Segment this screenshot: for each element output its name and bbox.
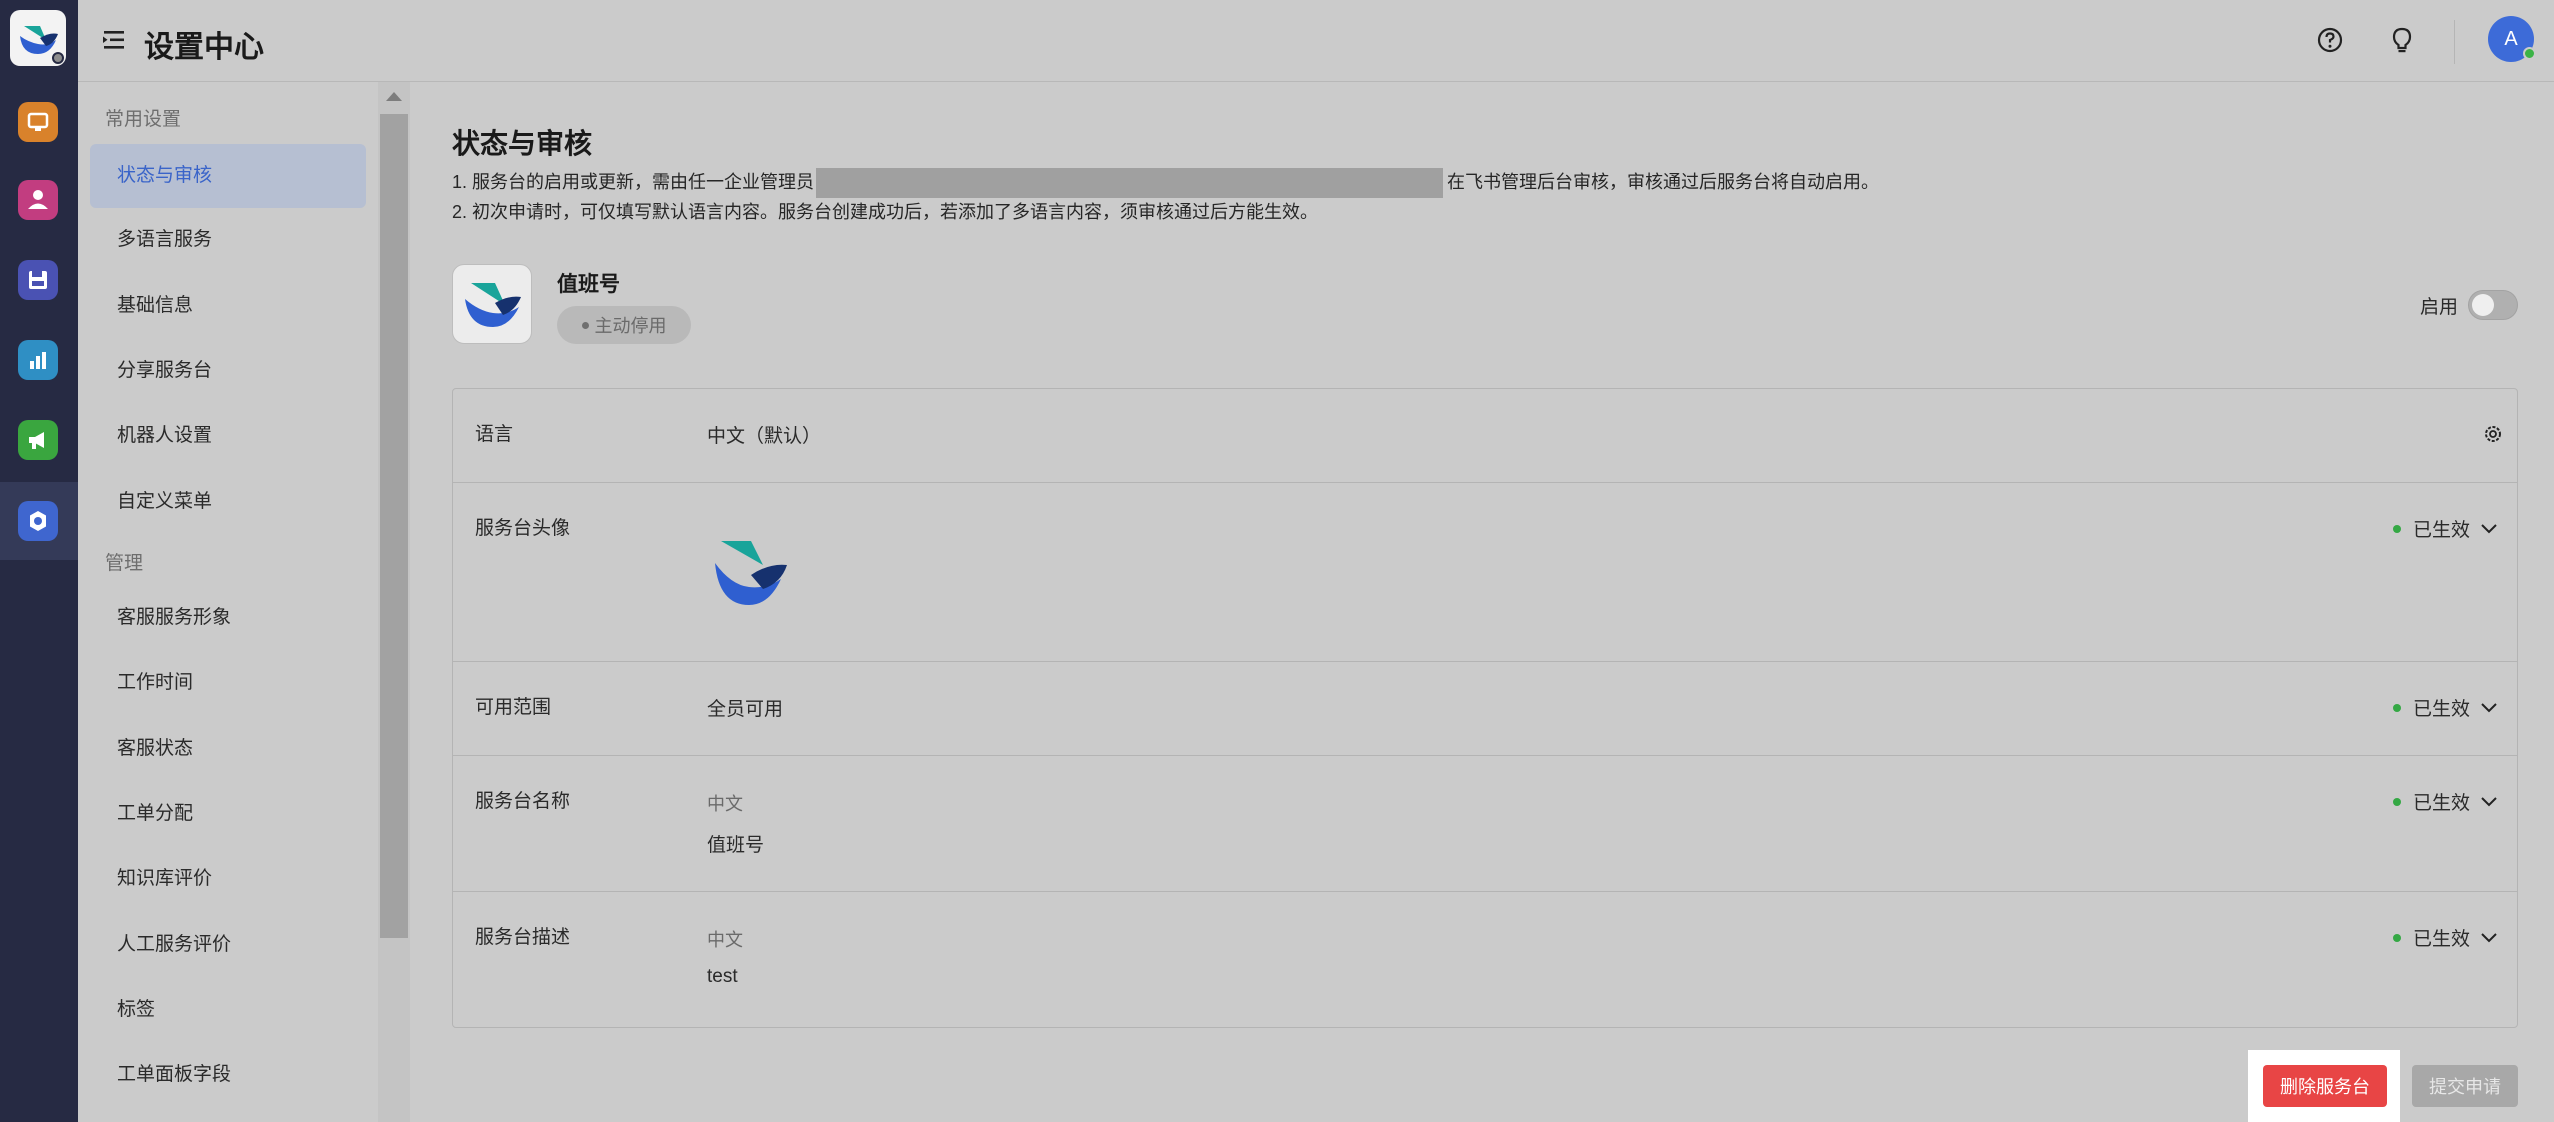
rail-item-save[interactable] — [18, 260, 58, 300]
rail-item-user[interactable] — [18, 180, 58, 220]
sidebar-item-service-image[interactable]: 客服服务形象 — [90, 586, 366, 650]
top-divider — [2454, 20, 2455, 64]
rail-item-settings[interactable] — [18, 501, 58, 541]
note-line-1: 1. 服务台的启用或更新，需由任一企业管理员 在飞书管理后台审核，审核通过后服务台… — [452, 168, 1880, 199]
row-scope-status[interactable]: 已生效 — [2393, 694, 2498, 721]
sidebar-item-share[interactable]: 分享服务台 — [90, 339, 366, 403]
status-badge: 主动停用 — [557, 306, 691, 344]
row-avatar-status[interactable]: 已生效 — [2393, 515, 2498, 542]
sidebar-item-custom-menu[interactable]: 自定义菜单 — [90, 470, 366, 534]
service-desk-name: 值班号 — [557, 273, 620, 296]
row-name-value: 值班号 — [707, 835, 765, 856]
page-header-title: 设置中心 — [144, 31, 264, 64]
row-name-lang: 中文 — [707, 794, 743, 814]
effective-dot — [2393, 797, 2401, 806]
effective-dot — [2393, 524, 2401, 533]
megaphone-icon — [29, 432, 44, 449]
bar-chart-icon — [30, 352, 46, 369]
note-line-2: 2. 初次申请时，可仅填写默认语言内容。服务台创建成功后，若添加了多语言内容，须… — [452, 202, 1319, 222]
settings-icon — [30, 511, 46, 531]
sidebar-item-human-rating[interactable]: 人工服务评价 — [90, 913, 366, 977]
toggle-knob — [2472, 294, 2494, 316]
sidebar-item-tags[interactable]: 标签 — [90, 978, 366, 1042]
row-language-label: 语言 — [475, 424, 514, 445]
delete-service-desk-button[interactable]: 删除服务台 — [2263, 1065, 2387, 1107]
settings-panel: 语言 中文（默认） 服务台头像 已生效 可用范围 全员可用 已生效 服务台名称 … — [452, 388, 2518, 1028]
sidebar-item-ticket-assign[interactable]: 工单分配 — [90, 782, 366, 846]
settings-sidebar: 常用设置 状态与审核 多语言服务 基础信息 分享服务台 机器人设置 自定义菜单 … — [78, 82, 378, 1122]
row-description-status[interactable]: 已生效 — [2393, 924, 2498, 951]
user-avatar[interactable]: A — [2488, 16, 2536, 62]
chevron-down-icon — [2481, 796, 2497, 806]
row-scope: 可用范围 全员可用 已生效 — [453, 662, 2517, 756]
user-icon — [28, 190, 48, 209]
lightbulb-icon[interactable] — [2386, 24, 2418, 56]
scroll-up-arrow-icon[interactable] — [386, 92, 402, 101]
sidebar-item-agent-status[interactable]: 客服状态 — [90, 717, 366, 781]
status-dot — [52, 52, 64, 64]
menu-collapse-icon[interactable] — [102, 27, 126, 53]
sidebar-scrollbar[interactable] — [378, 82, 410, 1122]
redacted-block — [816, 168, 1444, 199]
monitor-icon — [27, 112, 49, 131]
chevron-down-icon — [2481, 932, 2497, 942]
row-description-lang: 中文 — [707, 930, 743, 950]
app-rail — [0, 0, 78, 1122]
row-avatar: 服务台头像 已生效 — [453, 483, 2517, 662]
row-description-status-text: 已生效 — [2413, 929, 2471, 950]
note-line-1-suffix: 在飞书管理后台审核，审核通过后服务台将自动启用。 — [1447, 172, 1880, 192]
row-language-value: 中文（默认） — [707, 426, 822, 447]
gear-icon[interactable] — [2482, 423, 2504, 445]
submit-application-button[interactable]: 提交申请 — [2412, 1065, 2518, 1107]
delete-button-highlight: 删除服务台 — [2248, 1050, 2400, 1122]
row-name-status-text: 已生效 — [2413, 793, 2471, 814]
service-desk-avatar-image — [715, 541, 787, 605]
sidebar-item-ticket-fields[interactable]: 工单面板字段 — [90, 1043, 366, 1107]
sidebar-item-multilanguage[interactable]: 多语言服务 — [90, 208, 366, 272]
enable-toggle[interactable] — [2468, 290, 2518, 320]
row-name-status[interactable]: 已生效 — [2393, 788, 2498, 815]
sidebar-item-bot-settings[interactable]: 机器人设置 — [90, 404, 366, 468]
app-logo[interactable] — [10, 10, 66, 66]
rail-item-chart[interactable] — [18, 340, 58, 380]
row-description: 服务台描述 中文 test 已生效 — [453, 892, 2517, 1028]
status-badge-text: 主动停用 — [594, 316, 667, 336]
enable-label: 启用 — [2420, 297, 2459, 318]
sidebar-item-work-hours[interactable]: 工作时间 — [90, 651, 366, 715]
row-language: 语言 中文（默认） — [453, 389, 2517, 483]
service-desk-logo — [452, 264, 532, 344]
sidebar-item-status-review[interactable]: 状态与审核 — [90, 144, 366, 208]
sidebar-item-kb-rating[interactable]: 知识库评价 — [90, 847, 366, 911]
chevron-down-icon — [2481, 702, 2497, 712]
effective-dot — [2393, 703, 2401, 712]
sidebar-item-basic-info[interactable]: 基础信息 — [90, 274, 366, 338]
sidebar-group-common: 常用设置 — [105, 109, 182, 130]
row-name-label: 服务台名称 — [475, 791, 571, 812]
help-icon[interactable] — [2314, 24, 2346, 56]
note-line-1-prefix: 1. 服务台的启用或更新，需由任一企业管理员 — [452, 172, 815, 192]
row-avatar-label: 服务台头像 — [475, 518, 571, 539]
row-description-label: 服务台描述 — [475, 927, 571, 948]
save-icon — [29, 271, 47, 289]
scroll-thumb[interactable] — [380, 114, 408, 938]
status-dot — [581, 321, 589, 329]
rail-item-monitor[interactable] — [18, 102, 58, 142]
row-name: 服务台名称 中文 值班号 已生效 — [453, 756, 2517, 892]
row-scope-label: 可用范围 — [475, 697, 552, 718]
row-description-value: test — [707, 966, 738, 987]
top-bar: 设置中心 A — [78, 0, 2554, 82]
bird-logo-icon — [465, 283, 521, 327]
avatar-initial: A — [2504, 27, 2518, 50]
effective-dot — [2393, 933, 2401, 942]
rail-item-megaphone[interactable] — [18, 420, 58, 460]
chevron-down-icon — [2481, 523, 2497, 533]
row-scope-status-text: 已生效 — [2413, 699, 2471, 720]
main-content: 状态与审核 1. 服务台的启用或更新，需由任一企业管理员 在飞书管理后台审核，审核… — [410, 82, 2554, 1122]
row-avatar-status-text: 已生效 — [2413, 520, 2471, 541]
page-title: 状态与审核 — [452, 128, 593, 159]
row-scope-value: 全员可用 — [707, 699, 784, 720]
sidebar-group-manage: 管理 — [105, 553, 144, 574]
online-status-dot — [2523, 47, 2536, 60]
